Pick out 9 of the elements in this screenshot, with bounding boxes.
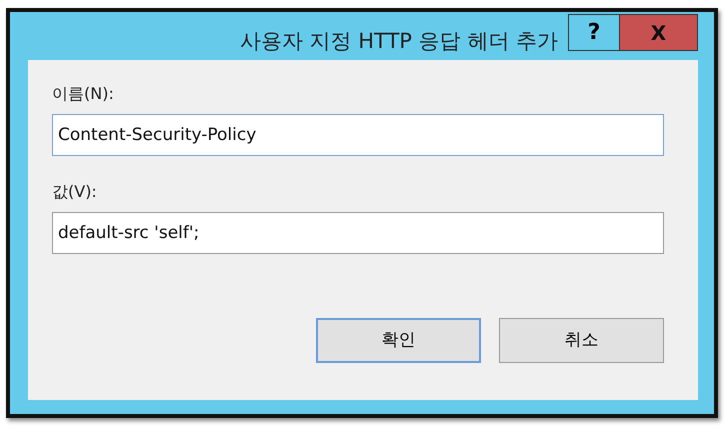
window-title: 사용자 지정 HTTP 응답 헤더 추가 — [240, 28, 558, 55]
field-label: 이름(N): — [52, 83, 115, 105]
text-field[interactable]: Content-Security-Policy — [52, 114, 664, 156]
help-button[interactable]: ? — [568, 14, 620, 51]
cancel-button[interactable]: 취소 — [499, 318, 664, 363]
ok-button[interactable]: 확인 — [316, 318, 481, 363]
field-label: 값(V): — [52, 181, 98, 203]
close-button[interactable]: X — [620, 14, 698, 51]
text-field[interactable]: default-src 'self'; — [52, 212, 664, 254]
